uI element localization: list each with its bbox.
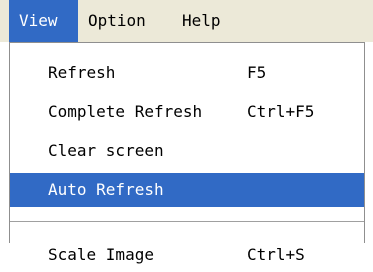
- menu-item-auto-refresh[interactable]: Auto Refresh: [10, 173, 364, 207]
- menu-item-label: Clear screen: [48, 141, 164, 160]
- menu-item-label: Complete Refresh: [48, 102, 203, 121]
- menu-item-shortcut: Ctrl+F5: [247, 102, 315, 121]
- menu-help[interactable]: Help: [182, 0, 242, 42]
- menu-item-scale-image[interactable]: Scale Image Ctrl+S: [10, 238, 364, 272]
- view-dropdown-menu: Refresh F5 Complete Refresh Ctrl+F5 Clea…: [9, 42, 365, 264]
- menu-item-refresh[interactable]: Refresh F5: [10, 56, 364, 90]
- menu-item-clear-screen[interactable]: Clear screen: [10, 134, 364, 168]
- menu-item-label: Auto Refresh: [48, 180, 164, 199]
- menu-bar: View Option Help: [0, 0, 373, 42]
- menu-item-label: Scale Image: [48, 245, 154, 264]
- menu-item-label: Refresh: [48, 63, 116, 82]
- menu-item-shortcut: Ctrl+S: [247, 245, 305, 264]
- menu-item-complete-refresh[interactable]: Complete Refresh Ctrl+F5: [10, 95, 364, 129]
- menu-option[interactable]: Option: [88, 0, 172, 42]
- menu-item-shortcut: F5: [247, 63, 267, 82]
- menu-view[interactable]: View: [9, 0, 78, 42]
- menu-separator: [10, 221, 364, 223]
